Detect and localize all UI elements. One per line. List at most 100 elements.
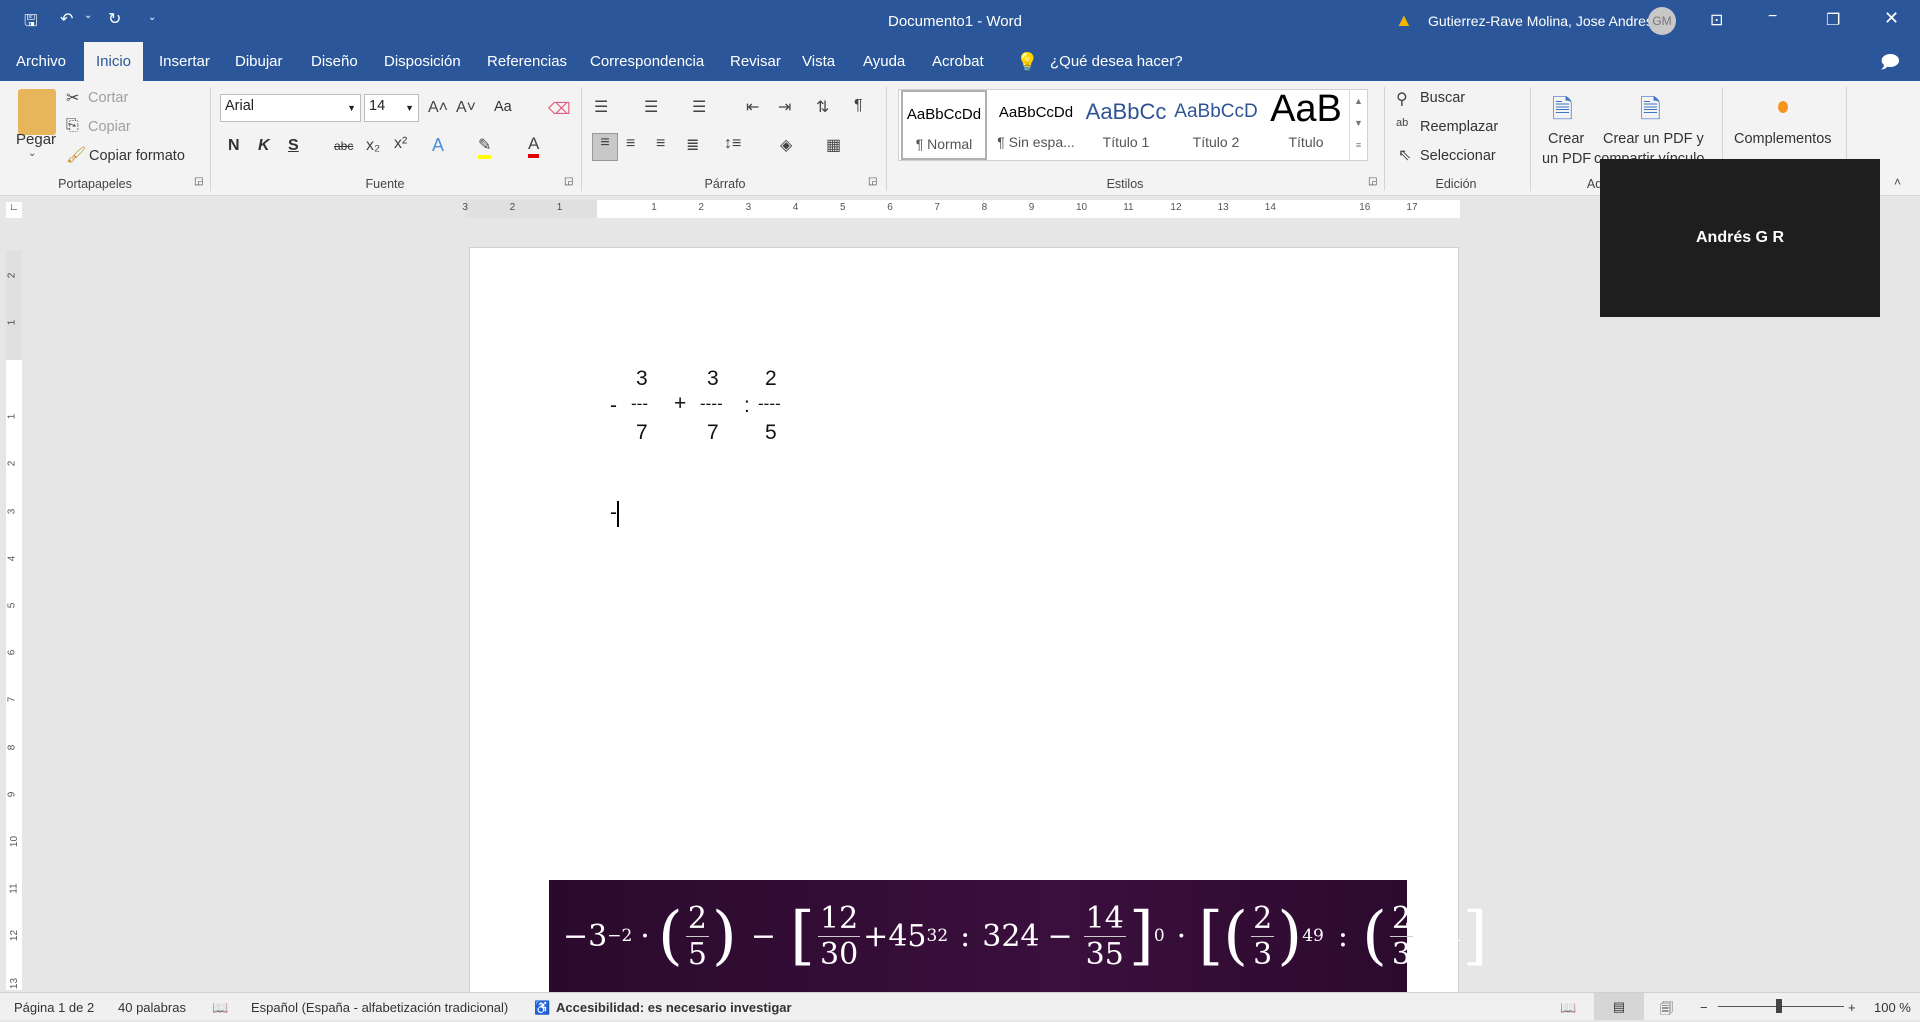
window-title: Documento1 - Word — [888, 13, 1022, 30]
customize-qat-icon[interactable]: ⌄ — [148, 12, 156, 23]
align-center-icon[interactable]: ≡ — [626, 135, 635, 153]
create-pdf-icon: 🗎 — [1552, 94, 1573, 124]
paragraph-launcher-icon[interactable]: ◲ — [868, 176, 877, 187]
tab-insertar[interactable]: Insertar — [147, 42, 222, 81]
align-left-icon[interactable]: ≡ — [592, 133, 618, 161]
ruler-label: 11 — [1123, 202, 1134, 213]
read-mode-icon[interactable]: 📖 — [1560, 1000, 1576, 1016]
avatar[interactable]: GM — [1648, 7, 1676, 35]
math-exponent: 0 — [1153, 926, 1165, 946]
align-right-icon[interactable]: ≡ — [656, 135, 665, 153]
tell-me-search[interactable]: ¿Qué desea hacer? — [1038, 42, 1195, 81]
tab-revisar[interactable]: Revisar — [718, 42, 793, 81]
style-normal[interactable]: AaBbCcDd ¶ Normal — [901, 90, 987, 160]
accessibility-status[interactable]: Accesibilidad: es necesario investigar — [556, 1000, 792, 1015]
tab-correspondencia[interactable]: Correspondencia — [578, 42, 716, 81]
find-button[interactable]: Buscar — [1420, 90, 1465, 106]
web-layout-icon[interactable]: 🗐 — [1660, 1000, 1673, 1022]
styles-launcher-icon[interactable]: ◲ — [1368, 176, 1377, 187]
justify-icon[interactable]: ≣ — [686, 135, 699, 155]
font-name-select[interactable]: Arial ▼ — [220, 94, 361, 122]
tab-archivo[interactable]: Archivo — [4, 42, 78, 81]
tab-disposicion[interactable]: Disposición — [372, 42, 473, 81]
copy-button[interactable]: Copiar — [88, 119, 131, 135]
multilevel-list-icon[interactable]: ☰ — [692, 97, 706, 117]
decrease-indent-icon[interactable]: ⇤ — [746, 97, 759, 117]
proofing-icon[interactable]: 📖 — [212, 1000, 228, 1016]
line-spacing-icon[interactable]: ↕≡ — [724, 135, 741, 153]
style-titulo[interactable]: AaB Título — [1261, 88, 1351, 160]
style-sin-espaciado[interactable]: AaBbCcDd ¶ Sin espa... — [991, 90, 1081, 160]
collapse-ribbon-icon[interactable]: ˄ — [1894, 175, 1901, 189]
tab-ayuda[interactable]: Ayuda — [851, 42, 917, 81]
select-button[interactable]: Seleccionar — [1420, 148, 1496, 164]
tab-selector-icon[interactable]: ∟ — [6, 202, 22, 218]
text-effects-icon[interactable]: A — [432, 135, 444, 156]
style-preview: AaBbCcD — [1174, 101, 1258, 122]
zoom-slider-thumb[interactable] — [1776, 999, 1782, 1013]
word-count[interactable]: 40 palabras — [118, 1000, 186, 1015]
close-icon[interactable]: ✕ — [1884, 8, 1899, 29]
ruler-label: 12 — [9, 930, 21, 942]
vertical-ruler[interactable]: 2 1 1 2 3 4 5 6 7 8 9 10 11 12 13 — [6, 250, 22, 990]
undo-icon[interactable]: ↶ — [60, 9, 73, 29]
restore-icon[interactable]: ❐ — [1826, 10, 1840, 30]
style-titulo-2[interactable]: AaBbCcD Título 2 — [1171, 90, 1261, 160]
bold-button[interactable]: N — [228, 137, 240, 155]
page-count[interactable]: Página 1 de 2 — [14, 1000, 94, 1015]
grow-font-icon[interactable]: A˄ — [428, 99, 448, 117]
cut-button[interactable]: Cortar — [88, 90, 128, 106]
shading-icon[interactable]: ◈ — [780, 135, 792, 155]
font-launcher-icon[interactable]: ◲ — [564, 176, 573, 187]
undo-dropdown-icon[interactable]: ⌄ — [84, 10, 92, 21]
superscript-icon[interactable]: x² — [394, 135, 407, 153]
shrink-font-icon[interactable]: A˅ — [456, 99, 476, 117]
share-pdf-button[interactable]: Crear un PDF y — [1603, 131, 1704, 147]
language-status[interactable]: Español (España - alfabetización tradici… — [251, 1000, 508, 1015]
font-size-select[interactable]: 14 ▼ — [364, 94, 419, 122]
increase-indent-icon[interactable]: ⇥ — [778, 97, 791, 117]
addins-button[interactable]: Complementos — [1734, 131, 1832, 147]
styles-scrollbar[interactable]: ▲ ▼ ≡ — [1349, 90, 1367, 160]
tab-dibujar[interactable]: Dibujar — [223, 42, 295, 81]
sort-icon[interactable]: ⇅ — [816, 97, 829, 117]
print-layout-icon[interactable]: ▤ — [1594, 993, 1644, 1020]
create-pdf-button[interactable]: Crear — [1548, 131, 1584, 147]
tab-vista[interactable]: Vista — [790, 42, 847, 81]
tab-diseno[interactable]: Diseño — [299, 42, 370, 81]
strikethrough-button[interactable]: abc — [334, 139, 353, 153]
paste-button[interactable]: Pegar — [16, 131, 56, 148]
zoom-out-button[interactable]: − — [1700, 1000, 1708, 1015]
style-titulo-1[interactable]: AaBbCc Título 1 — [1081, 90, 1171, 160]
format-painter-button[interactable]: Copiar formato — [89, 148, 185, 164]
ruler-label: 8 — [6, 744, 18, 750]
font-color-icon[interactable]: A — [528, 134, 540, 158]
borders-icon[interactable]: ▦ — [826, 135, 841, 155]
numbering-icon[interactable]: ☰ — [644, 97, 658, 117]
minimize-icon[interactable]: − — [1768, 8, 1777, 26]
save-icon[interactable]: 🖫 — [24, 10, 38, 37]
subscript-icon[interactable]: x₂ — [366, 137, 380, 155]
highlight-color-icon[interactable]: ✎ — [478, 135, 492, 159]
tab-inicio[interactable]: Inicio — [84, 42, 144, 81]
zoom-in-button[interactable]: + — [1848, 1000, 1856, 1015]
redo-icon[interactable]: ↻ — [108, 9, 121, 29]
comments-icon[interactable]: 🗩 — [1880, 50, 1900, 80]
replace-button[interactable]: Reemplazar — [1420, 119, 1498, 135]
underline-button[interactable]: S — [288, 137, 299, 155]
tab-acrobat[interactable]: Acrobat — [920, 42, 996, 81]
horizontal-ruler[interactable]: 3 2 1 1 2 3 4 5 6 7 8 9 10 11 12 13 14 16 17 — [462, 200, 1460, 218]
ribbon-display-options-icon[interactable]: ⊡ — [1710, 10, 1723, 30]
clipboard-launcher-icon[interactable]: ◲ — [194, 176, 203, 187]
zoom-level[interactable]: 100 % — [1874, 1000, 1911, 1015]
paste-dropdown-icon[interactable]: ⌄ — [28, 148, 36, 159]
tab-referencias[interactable]: Referencias — [475, 42, 579, 81]
bullets-icon[interactable]: ☰ — [594, 97, 608, 117]
user-name[interactable]: Gutierrez-Rave Molina, Jose Andres — [1428, 13, 1653, 29]
show-marks-icon[interactable]: ¶ — [854, 97, 863, 115]
change-case-button[interactable]: Aa — [494, 99, 512, 115]
clear-formatting-icon[interactable]: ⌫ — [548, 99, 571, 119]
create-pdf-button-line2[interactable]: un PDF — [1542, 151, 1591, 167]
paste-icon[interactable] — [18, 89, 56, 135]
italic-button[interactable]: K — [258, 137, 270, 155]
